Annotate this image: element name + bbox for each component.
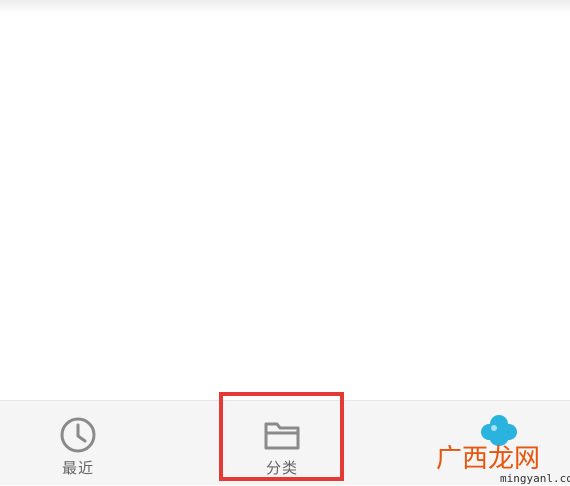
clock-icon xyxy=(60,417,96,453)
tab-category-label: 分类 xyxy=(265,459,298,477)
watermark-url: mingyanl.com xyxy=(500,472,570,485)
tab-category[interactable]: 分类 xyxy=(222,401,342,486)
folder-icon xyxy=(264,422,300,450)
content-area xyxy=(0,14,570,400)
tab-recent-label: 最近 xyxy=(61,459,94,477)
tab-recent[interactable]: 最近 xyxy=(38,401,118,486)
watermark: 广西龙网 mingyanl.com xyxy=(430,412,570,485)
watermark-title: 广西龙网 xyxy=(436,444,541,474)
status-bar xyxy=(0,0,570,14)
